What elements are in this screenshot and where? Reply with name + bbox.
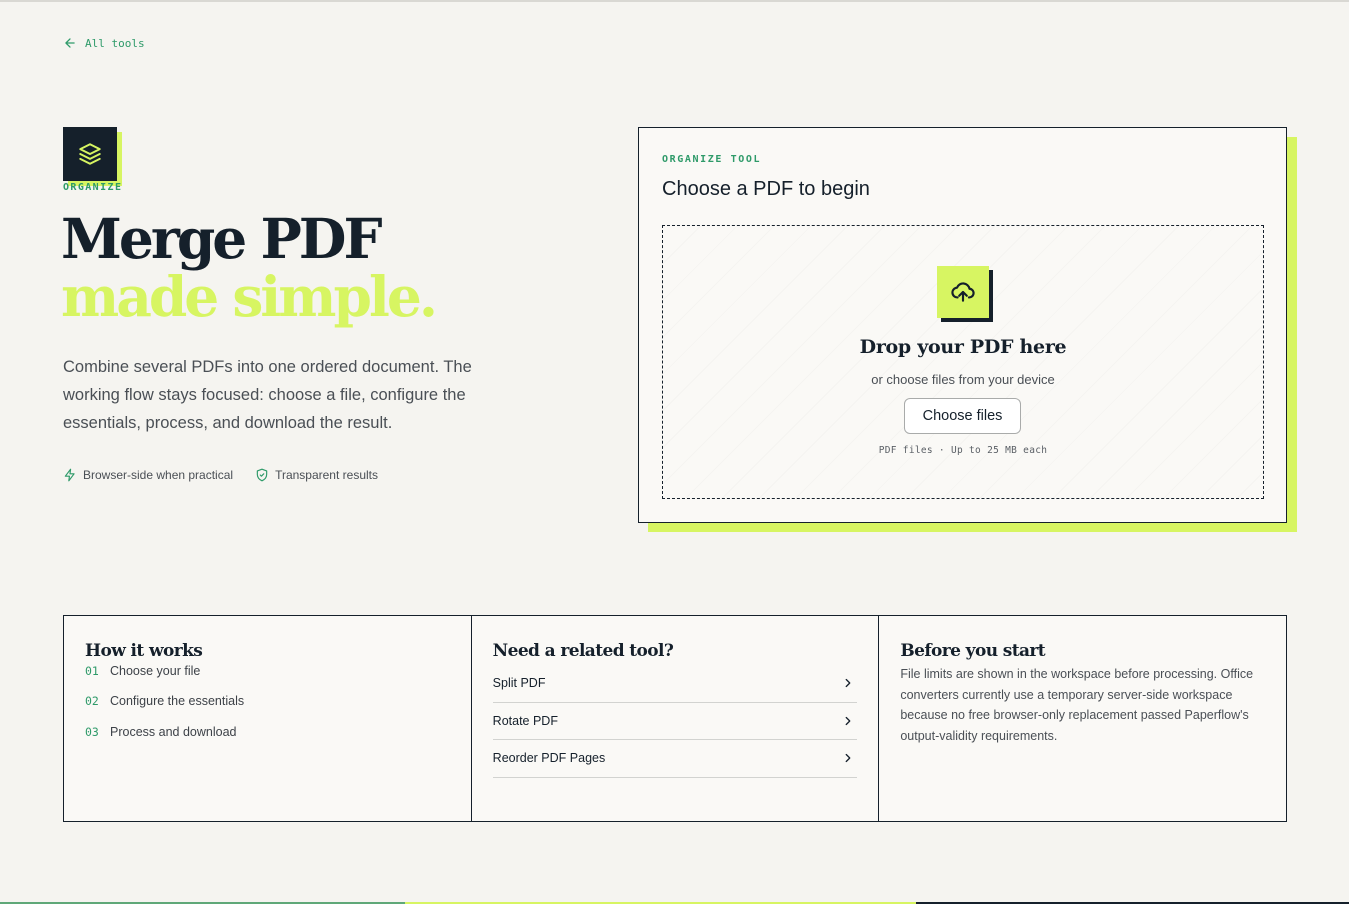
file-limits: PDF files · Up to 25 MB each xyxy=(878,445,1048,456)
top-divider xyxy=(0,0,1349,2)
related-tools-panel: Need a related tool? Split PDF Rotate PD… xyxy=(470,616,879,821)
chevron-right-icon xyxy=(845,754,851,763)
how-it-works-panel: How it works 01 Choose your file 02 Conf… xyxy=(64,616,471,821)
before-you-start-title: Before you start xyxy=(900,641,1046,661)
list-item: 01 Choose your file xyxy=(85,664,450,678)
feature-label: Transparent results xyxy=(275,468,378,482)
choose-files-button[interactable]: Choose files xyxy=(904,398,1021,434)
page-title-line1: Merge PDF xyxy=(61,206,383,271)
tool-description: Combine several PDFs into one ordered do… xyxy=(63,358,472,432)
step-number: 02 xyxy=(85,694,99,709)
layers-icon xyxy=(63,127,117,181)
arrow-left-icon xyxy=(65,38,75,48)
steps-list: 01 Choose your file 02 Configure the ess… xyxy=(85,664,450,747)
related-tools-title: Need a related tool? xyxy=(492,641,674,661)
related-tool-rotate-pdf[interactable]: Rotate PDF xyxy=(492,703,858,740)
related-tools-list: Split PDF Rotate PDF Reorder PDF Pages xyxy=(492,665,858,778)
upload-card: ORGANIZE TOOL Choose a PDF to begin Drop… xyxy=(638,127,1287,523)
dropzone-title: Drop your PDF here xyxy=(859,336,1067,358)
step-label: Choose your file xyxy=(110,664,201,678)
file-dropzone[interactable]: Drop your PDF here or choose files from … xyxy=(662,225,1264,499)
back-to-all-tools-link[interactable]: All tools xyxy=(63,36,145,50)
info-panels: How it works 01 Choose your file 02 Conf… xyxy=(63,615,1287,822)
chevron-right-icon xyxy=(845,679,851,688)
shield-check-icon xyxy=(256,468,268,482)
related-tool-label: Rotate PDF xyxy=(492,713,558,728)
upload-card-title: Choose a PDF to begin xyxy=(662,178,870,200)
feature-label: Browser-side when practical xyxy=(83,468,234,482)
related-tool-reorder-pdf-pages[interactable]: Reorder PDF Pages xyxy=(492,740,858,778)
step-label: Process and download xyxy=(110,724,237,739)
page-title: Merge PDF made simple. xyxy=(61,206,438,329)
before-you-start-panel: Before you start File limits are shown i… xyxy=(878,616,1286,821)
related-tool-label: Reorder PDF Pages xyxy=(492,751,606,766)
chevron-right-icon xyxy=(845,716,851,725)
step-number: 03 xyxy=(85,724,99,739)
category-label: ORGANIZE xyxy=(63,182,123,193)
step-number: 01 xyxy=(85,664,99,678)
list-item: 03 Process and download xyxy=(85,717,450,748)
upload-card-eyebrow: ORGANIZE TOOL xyxy=(662,154,762,165)
feature-list: Browser-side when practical Transparent … xyxy=(63,468,378,482)
before-you-start-text: File limits are shown in the workspace b… xyxy=(900,667,1254,743)
how-it-works-title: How it works xyxy=(85,641,203,661)
list-item: 02 Configure the essentials xyxy=(85,686,450,717)
dropzone-subtitle: or choose files from your device xyxy=(871,372,1055,387)
related-tool-label: Split PDF xyxy=(492,676,546,691)
page-title-line2: made simple. xyxy=(61,264,438,329)
related-tool-split-pdf[interactable]: Split PDF xyxy=(492,665,858,703)
step-label: Configure the essentials xyxy=(110,694,245,709)
bolt-icon xyxy=(64,468,75,482)
cloud-upload-icon xyxy=(937,266,989,318)
back-link-label: All tools xyxy=(85,36,145,50)
feature-item: Browser-side when practical xyxy=(63,468,233,482)
feature-item: Transparent results xyxy=(255,468,378,482)
